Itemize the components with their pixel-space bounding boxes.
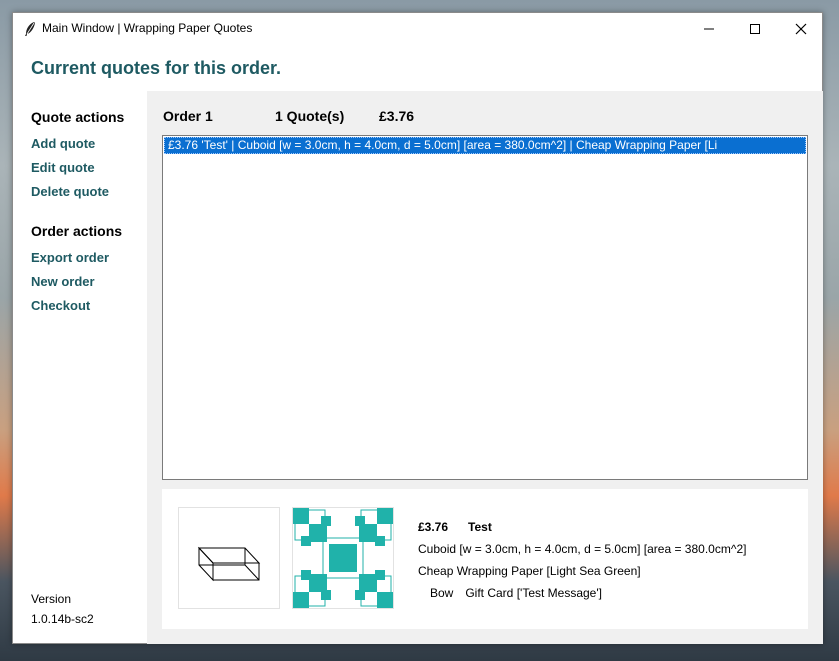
detail-extras: Bow Gift Card ['Test Message']: [430, 586, 602, 600]
close-button[interactable]: [778, 13, 824, 44]
window-title: Main Window | Wrapping Paper Quotes: [42, 21, 253, 35]
title-bar[interactable]: Main Window | Wrapping Paper Quotes: [13, 13, 822, 45]
quote-count: 1 Quote(s): [275, 108, 345, 124]
maximize-button[interactable]: [732, 13, 778, 44]
quote-detail-panel: £3.76 Test Cuboid [w = 3.0cm, h = 4.0cm, …: [162, 489, 808, 629]
detail-paper: Cheap Wrapping Paper [Light Sea Green]: [418, 564, 641, 578]
feather-icon: [25, 22, 35, 36]
add-quote-link[interactable]: Add quote: [31, 132, 151, 156]
shape-preview: [178, 507, 280, 609]
cuboid-icon: [197, 546, 261, 582]
checkout-link[interactable]: Checkout: [31, 294, 151, 318]
quote-actions-title: Quote actions: [31, 109, 125, 125]
main-panel: Order 1 1 Quote(s) £3.76 £3.76 'Test' | …: [147, 91, 823, 644]
order-total: £3.76: [379, 108, 415, 124]
detail-header: £3.76 Test: [418, 520, 492, 534]
delete-quote-link[interactable]: Delete quote: [31, 180, 151, 204]
list-item[interactable]: £3.76 'Test' | Cuboid [w = 3.0cm, h = 4.…: [164, 137, 806, 154]
minimize-button[interactable]: [686, 13, 732, 44]
edit-quote-link[interactable]: Edit quote: [31, 156, 151, 180]
export-order-link[interactable]: Export order: [31, 246, 151, 270]
quotes-listbox[interactable]: £3.76 'Test' | Cuboid [w = 3.0cm, h = 4.…: [162, 135, 808, 480]
detail-name: Test: [468, 520, 492, 534]
main-window: Main Window | Wrapping Paper Quotes Curr…: [12, 12, 823, 644]
maximize-icon: [750, 23, 760, 34]
version-label: Version: [31, 592, 72, 606]
order-actions-title: Order actions: [31, 223, 123, 239]
detail-bow: Bow: [430, 586, 454, 600]
detail-shape: Cuboid [w = 3.0cm, h = 4.0cm, d = 5.0cm]…: [418, 542, 747, 556]
paper-pattern-icon: [293, 508, 393, 608]
minimize-icon: [704, 28, 714, 29]
page-title: Current quotes for this order.: [31, 58, 282, 78]
new-order-link[interactable]: New order: [31, 270, 151, 294]
order-name: Order 1: [163, 108, 213, 124]
detail-price: £3.76: [418, 520, 449, 534]
detail-gift-card: Gift Card ['Test Message']: [465, 586, 602, 600]
sidebar: Quote actions Add quote Edit quote Delet…: [31, 109, 151, 318]
close-icon: [795, 23, 807, 34]
version-value: 1.0.14b-sc2: [31, 612, 94, 626]
version-info: Version 1.0.14b-sc2: [31, 589, 94, 629]
paper-preview: [292, 507, 394, 609]
